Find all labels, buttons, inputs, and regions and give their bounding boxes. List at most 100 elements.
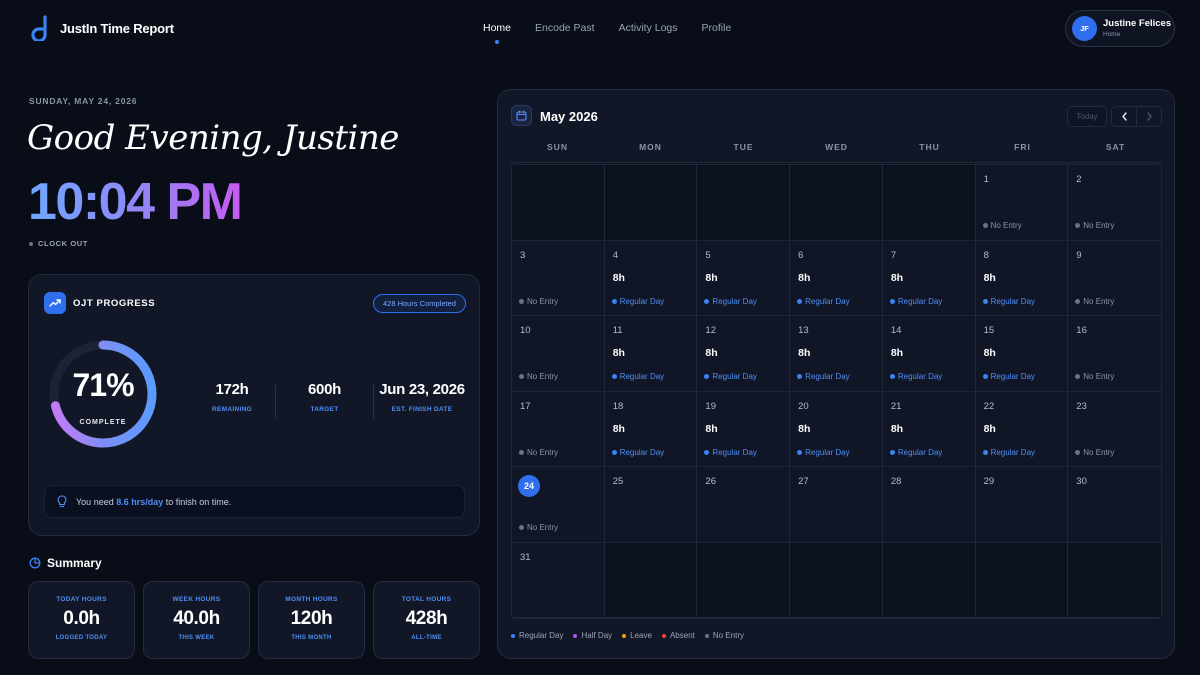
day-number: 1: [983, 174, 989, 185]
calendar-day[interactable]: 1 No Entry: [975, 165, 1069, 241]
profile-subtitle: Home: [1103, 31, 1121, 38]
chevron-right-icon[interactable]: [1137, 107, 1161, 126]
day-status: Regular Day: [982, 447, 1036, 457]
summary-card-value: 428h: [405, 608, 448, 629]
calendar-day[interactable]: 15 8h Regular Day: [975, 316, 1069, 392]
calendar-day[interactable]: 23 No Entry: [1068, 391, 1161, 467]
main-nav: Home Encode Past Activity Logs Profile: [483, 22, 732, 44]
legend-item: No Entry: [704, 631, 744, 640]
d-logo-icon: [31, 15, 47, 41]
today-button[interactable]: Today: [1067, 106, 1107, 127]
chevron-left-icon[interactable]: [1112, 107, 1136, 126]
day-status-label: Regular Day: [990, 372, 1036, 381]
day-number: 26: [705, 476, 716, 487]
summary-card-month: MONTH HOURS 120h THIS MONTH: [258, 581, 365, 659]
legend-dot: [661, 633, 666, 638]
nav-profile[interactable]: Profile: [702, 22, 732, 34]
calendar-day[interactable]: 14 8h Regular Day: [882, 316, 976, 392]
status-dot: [519, 449, 524, 455]
calendar-day[interactable]: 8 8h Regular Day: [975, 240, 1069, 316]
status-dot: [889, 449, 895, 455]
calendar-day[interactable]: 9 No Entry: [1068, 240, 1161, 316]
calendar-day-today[interactable]: 24 No Entry: [512, 467, 605, 543]
weekday-label: MON: [639, 142, 662, 152]
status-dot: [1075, 374, 1081, 379]
calendar-empty-cell: [604, 165, 698, 241]
legend-label: Half Day: [581, 631, 613, 640]
day-status-label: Regular Day: [619, 372, 665, 381]
status-dot: [519, 525, 524, 530]
brand-name: JustIn Time Report: [60, 20, 174, 36]
calendar-empty-cell: [790, 165, 883, 241]
day-number: 29: [983, 476, 995, 487]
calendar-day[interactable]: 29: [975, 467, 1069, 543]
calendar-day[interactable]: 4 8h Regular Day: [604, 240, 698, 316]
calendar-day[interactable]: 31: [512, 542, 605, 618]
calendar-day[interactable]: 19 8h Regular Day: [697, 391, 791, 467]
summary-card-sub: THIS WEEK: [178, 635, 215, 641]
calendar-day[interactable]: 27: [790, 467, 883, 543]
calendar-empty-cell: [697, 165, 791, 241]
nav-encode-past[interactable]: Encode Past: [535, 22, 595, 34]
avatar: JF: [1072, 16, 1097, 41]
day-status-label: Regular Day: [990, 447, 1036, 457]
calendar-day[interactable]: 17 No Entry: [512, 391, 605, 467]
calendar-day[interactable]: 5 8h Regular Day: [697, 240, 791, 316]
calendar-day[interactable]: 6 8h Regular Day: [790, 240, 883, 316]
calendar-day[interactable]: 16 No Entry: [1068, 316, 1161, 392]
status-dot: [611, 449, 617, 455]
day-status: No Entry: [1075, 297, 1114, 306]
profile-chip[interactable]: JF Justine Felices Home: [1065, 10, 1175, 47]
calendar-day[interactable]: 3 No Entry: [512, 240, 605, 316]
day-hours: 8h: [612, 347, 625, 359]
calendar-day[interactable]: 2 No Entry: [1068, 165, 1161, 241]
brand[interactable]: JustIn Time Report: [30, 15, 174, 41]
calendar-day[interactable]: 30: [1068, 467, 1161, 543]
calendar-day[interactable]: 18 8h Regular Day: [604, 391, 698, 467]
calendar-day[interactable]: 25: [604, 467, 698, 543]
day-status-label: Regular Day: [712, 296, 757, 306]
day-status-label: No Entry: [527, 447, 559, 457]
day-hours: 8h: [890, 347, 904, 359]
day-number: 2: [1076, 174, 1082, 185]
nav-home[interactable]: Home: [483, 22, 511, 44]
day-number: 31: [520, 551, 531, 563]
status-dot: [889, 374, 895, 379]
day-number: 27: [798, 476, 809, 487]
day-number: 21: [890, 400, 902, 412]
status-dot: [1075, 298, 1081, 304]
calendar-day[interactable]: 28: [882, 467, 976, 543]
summary-card-value: 120h: [290, 608, 333, 629]
day-status-label: No Entry: [527, 523, 559, 532]
legend-item: Regular Day: [511, 631, 563, 640]
day-number: 9: [1076, 249, 1082, 261]
nav-activity-logs[interactable]: Activity Logs: [619, 22, 678, 34]
day-status: No Entry: [519, 297, 558, 306]
day-number: 15: [983, 325, 995, 336]
day-status-label: Regular Day: [619, 447, 665, 457]
calendar-day[interactable]: 11 8h Regular Day: [604, 316, 698, 392]
day-hours: 8h: [983, 422, 996, 435]
calendar-day[interactable]: 22 8h Regular Day: [975, 391, 1069, 467]
day-number: 18: [612, 400, 624, 412]
calendar-day[interactable]: 10 No Entry: [512, 316, 605, 392]
calendar-day[interactable]: 20 8h Regular Day: [790, 391, 883, 467]
stat-value: 172h: [215, 381, 249, 398]
status-dot: [29, 241, 33, 246]
stat-target: 600h TARGET: [276, 381, 373, 419]
calendar-day[interactable]: 12 8h Regular Day: [697, 316, 791, 392]
calendar-day[interactable]: 26: [697, 467, 791, 543]
calendar-day[interactable]: 13 8h Regular Day: [790, 316, 883, 392]
status-dot: [519, 374, 524, 379]
calendar-empty-cell: [1068, 542, 1161, 618]
weekday-label: SAT: [1105, 142, 1126, 152]
day-hours: 8h: [798, 271, 811, 284]
calendar-empty-cell: [882, 542, 976, 618]
calendar-empty-cell: [882, 165, 976, 241]
calendar-day[interactable]: 7 8h Regular Day: [882, 240, 976, 316]
summary-card-label: MONTH HOURS: [285, 596, 338, 603]
day-status-label: Regular Day: [897, 447, 943, 457]
calendar-day[interactable]: 21 8h Regular Day: [882, 391, 976, 467]
day-number: 25: [612, 476, 624, 487]
day-status-label: Regular Day: [712, 447, 757, 457]
